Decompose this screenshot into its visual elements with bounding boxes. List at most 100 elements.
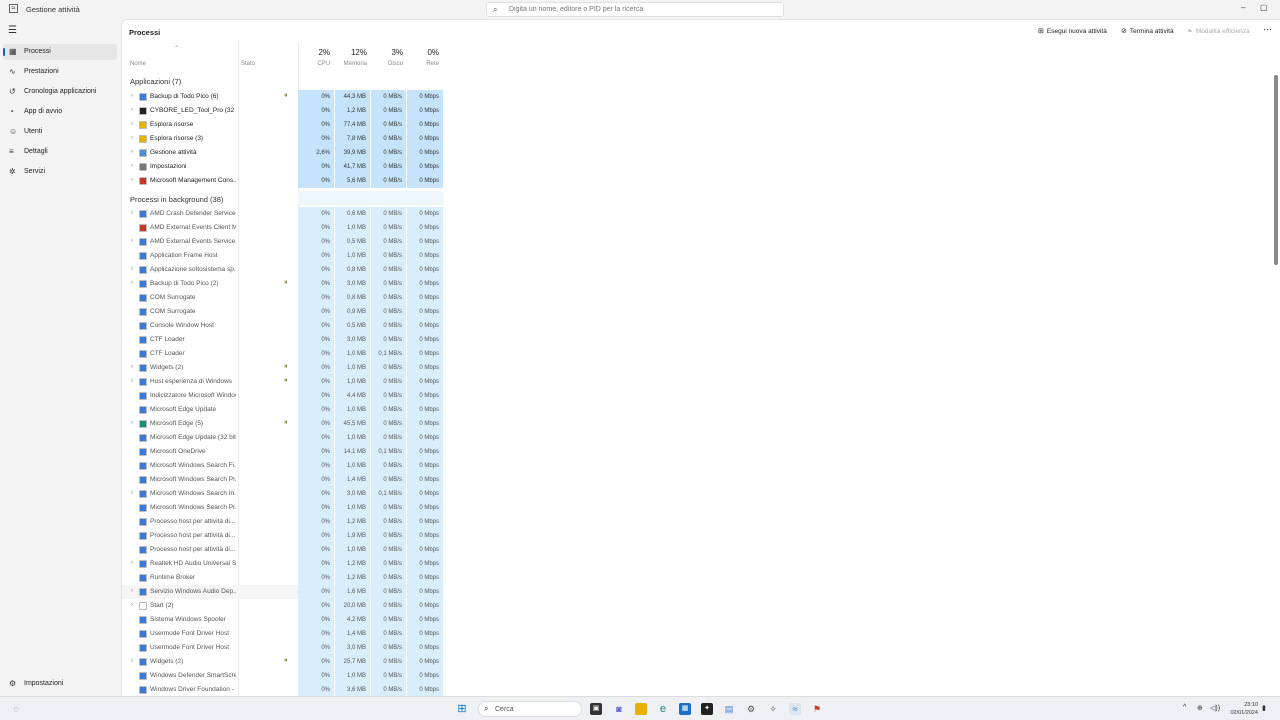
chevron-right-icon[interactable]: ›: [131, 121, 133, 127]
process-row[interactable]: Processo host per attività di... 0% 1,0 MB…: [122, 543, 444, 557]
end-task-button[interactable]: ⊘ Termina attività: [1121, 27, 1174, 35]
vertical-scrollbar[interactable]: [1274, 75, 1278, 265]
chevron-right-icon[interactable]: ›: [131, 163, 133, 169]
process-row[interactable]: › Applicazione sottosistema sp... 0% 0,8 MB…: [122, 263, 444, 277]
process-row[interactable]: Runtime Broker 0% 1,2 MB 0 MB/s 0 Mbps: [122, 571, 444, 585]
chat-icon[interactable]: ◙: [613, 703, 625, 715]
chevron-right-icon[interactable]: ›: [131, 658, 133, 664]
process-row[interactable]: › Start (2) 0% 20,0 MB 0 MB/s 0 Mbps: [122, 599, 444, 613]
process-row[interactable]: › Backup di Todo Pico (6) ⏸ 0% 44,3 MB 0 MB/s…: [122, 90, 444, 104]
chevron-right-icon[interactable]: ›: [131, 378, 133, 384]
start-icon[interactable]: ⊞: [456, 703, 468, 715]
minimize-button[interactable]: –: [1241, 3, 1245, 12]
sidebar-item-list[interactable]: ≡ Dettagli: [3, 144, 117, 160]
maximize-button[interactable]: ▢: [1260, 3, 1268, 12]
notification-icon[interactable]: ▮: [1262, 704, 1266, 712]
column-name[interactable]: Nome: [130, 61, 146, 67]
process-row[interactable]: › Gestione attività 2,6% 39,9 MB 0 MB/s 0 Mbp…: [122, 146, 444, 160]
sidebar-item-history[interactable]: ↺ Cronologia applicazioni: [3, 84, 117, 100]
speaker-icon[interactable]: ◁)): [1210, 704, 1220, 712]
process-row[interactable]: Sistema Windows Spooler 0% 4,2 MB 0 MB/s 0 M…: [122, 613, 444, 627]
chevron-right-icon[interactable]: ›: [131, 93, 133, 99]
widgets-icon[interactable]: ◌: [10, 703, 22, 715]
search-input[interactable]: ⌕ Digita un nome, editore o PID per la r…: [486, 2, 784, 17]
process-row[interactable]: › Widgets (2) ⏸ 0% 1,0 MB 0 MB/s 0 Mbps: [122, 361, 444, 375]
process-row[interactable]: › Realtek HD Audio Universal Se... 0% 1,2 M…: [122, 557, 444, 571]
chevron-right-icon[interactable]: ›: [131, 210, 133, 216]
chevron-right-icon[interactable]: ›: [131, 238, 133, 244]
edge-icon[interactable]: e: [657, 703, 669, 715]
process-row[interactable]: › Backup di Todo Pico (2) ⏸ 0% 3,0 MB 0 MB/s 0…: [122, 277, 444, 291]
process-row[interactable]: Processo host per attività di... 0% 1,2 MB…: [122, 515, 444, 529]
task-view-icon[interactable]: ▣: [590, 703, 602, 715]
globe-icon[interactable]: ⊕: [1197, 704, 1203, 712]
chevron-right-icon[interactable]: ›: [131, 560, 133, 566]
process-row[interactable]: Microsoft OneDrive 0% 14,1 MB 0,1 MB/s 0 Mbp…: [122, 445, 444, 459]
file-explorer-icon[interactable]: [635, 703, 647, 715]
process-row[interactable]: Processo host per attività di... 0% 1,9 MB…: [122, 529, 444, 543]
process-row[interactable]: COM Surrogate 0% 0,8 MB 0 MB/s 0 Mbps: [122, 291, 444, 305]
app-icon[interactable]: ✦: [701, 703, 713, 715]
process-row[interactable]: Console Window Host 0% 0,5 MB 0 MB/s 0 Mbps: [122, 319, 444, 333]
chevron-right-icon[interactable]: ›: [131, 364, 133, 370]
process-row[interactable]: › Microsoft Windows Search In... 0% 3,0 MB 0…: [122, 487, 444, 501]
process-row[interactable]: Usermode Font Driver Host 0% 3,0 MB 0 MB/s 0…: [122, 641, 444, 655]
task-manager-icon[interactable]: ≈: [789, 703, 801, 715]
process-row[interactable]: Usermode Font Driver Host 0% 1,4 MB 0 MB/s 0…: [122, 627, 444, 641]
process-row[interactable]: Windows Driver Foundation - ... 0% 3,6 MB 0…: [122, 683, 444, 696]
process-row[interactable]: Application Frame Host 0% 1,0 MB 0 MB/s 0 Mb…: [122, 249, 444, 263]
process-row[interactable]: › CYBORE_LED_Tool_Pro (32 bit) 0% 1,2 MB 0 M…: [122, 104, 444, 118]
chevron-right-icon[interactable]: ›: [131, 588, 133, 594]
process-row[interactable]: › Widgets (2) ⏸ 0% 25,7 MB 0 MB/s 0 Mbps: [122, 655, 444, 669]
sidebar-item-chart[interactable]: ∿ Prestazioni: [3, 64, 117, 80]
sidebar-item-grid[interactable]: ▦ Processi: [3, 44, 117, 60]
taskbar-search[interactable]: ⌕ Cerca: [478, 701, 582, 717]
chevron-right-icon[interactable]: ›: [131, 266, 133, 272]
process-row[interactable]: › AMD Crash Defender Service 0% 0,6 MB 0 MB/…: [122, 207, 444, 221]
column-memory[interactable]: Memoria: [335, 61, 367, 67]
app-icon[interactable]: ▤: [723, 703, 735, 715]
settings-nav-item[interactable]: ⚙ Impostazioni: [3, 676, 117, 692]
settings-icon[interactable]: ⚙: [745, 703, 757, 715]
process-row[interactable]: AMD External Events Client M... 0% 1,0 MB 0…: [122, 221, 444, 235]
memory-total[interactable]: 12%: [335, 48, 367, 57]
chevron-right-icon[interactable]: ›: [131, 490, 133, 496]
network-total[interactable]: 0%: [407, 48, 439, 57]
chevron-right-icon[interactable]: ›: [131, 420, 133, 426]
clock[interactable]: 23:10 02/01/2024: [1226, 701, 1258, 717]
column-disk[interactable]: Disco: [371, 61, 403, 67]
app-icon[interactable]: ✧: [767, 703, 779, 715]
disk-total[interactable]: 3%: [371, 48, 403, 57]
process-row[interactable]: Windows Defender SmartScre... 0% 1,0 MB 0 M…: [122, 669, 444, 683]
process-row[interactable]: › Esplora risorse (3) 0% 7,8 MB 0 MB/s 0 Mbps: [122, 132, 444, 146]
column-status[interactable]: Stato: [241, 61, 255, 67]
more-options-button[interactable]: ⋯: [1263, 24, 1272, 35]
process-row[interactable]: Microsoft Windows Search Fi... 0% 1,0 MB 0 …: [122, 459, 444, 473]
process-row[interactable]: › Microsoft Management Cons... 0% 5,6 MB 0 M…: [122, 174, 444, 188]
store-icon[interactable]: ▦: [679, 703, 691, 715]
process-row[interactable]: › AMD External Events Service... 0% 0,5 MB 0…: [122, 235, 444, 249]
efficiency-mode-button[interactable]: ❧ Modalità efficienza: [1187, 27, 1250, 35]
chevron-right-icon[interactable]: ›: [131, 135, 133, 141]
new-task-button[interactable]: ⊞ Esegui nuova attività: [1038, 27, 1107, 35]
hamburger-menu-icon[interactable]: ☰: [8, 25, 17, 36]
app-icon[interactable]: ⚑: [811, 703, 823, 715]
sidebar-item-services[interactable]: ✲ Servizi: [3, 164, 117, 180]
chevron-up-icon[interactable]: ^: [1183, 704, 1186, 711]
process-row[interactable]: Microsoft Windows Search Pr... 0% 1,4 MB 0 …: [122, 473, 444, 487]
process-row[interactable]: Microsoft Windows Search Pr... 0% 1,0 MB 0 …: [122, 501, 444, 515]
chevron-right-icon[interactable]: ›: [131, 177, 133, 183]
chevron-right-icon[interactable]: ›: [131, 280, 133, 286]
process-row[interactable]: Microsoft Edge Update 0% 1,0 MB 0 MB/s 0 Mbp…: [122, 403, 444, 417]
process-row[interactable]: › Impostazioni 0% 41,7 MB 0 MB/s 0 Mbps: [122, 160, 444, 174]
column-cpu[interactable]: CPU: [298, 61, 330, 67]
process-row[interactable]: › Host esperienza di Windows ⏸ 0% 1,0 MB 0 MB…: [122, 375, 444, 389]
process-row[interactable]: COM Surrogate 0% 0,9 MB 0 MB/s 0 Mbps: [122, 305, 444, 319]
cpu-total[interactable]: 2%: [298, 48, 330, 57]
column-network[interactable]: Rete: [407, 61, 439, 67]
chevron-right-icon[interactable]: ›: [131, 149, 133, 155]
process-row[interactable]: › Microsoft Edge (5) ⏸ 0% 45,5 MB 0 MB/s 0 Mbp…: [122, 417, 444, 431]
chevron-right-icon[interactable]: ›: [131, 602, 133, 608]
sidebar-item-startup[interactable]: ◔ App di avvio: [3, 104, 117, 120]
process-row[interactable]: Microsoft Edge Update (32 bit) 0% 1,0 MB 0 …: [122, 431, 444, 445]
